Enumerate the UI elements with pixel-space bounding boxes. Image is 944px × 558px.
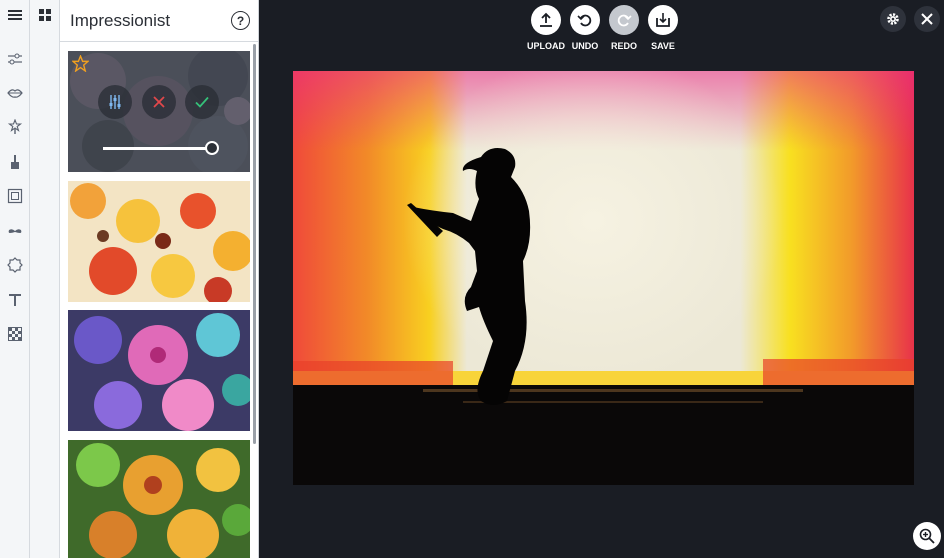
apply-effect-button[interactable] [185,85,219,119]
panel-scrollbar[interactable] [253,44,256,444]
grid-icon [39,9,51,21]
thumbnail-image [68,181,250,302]
texture-tool[interactable] [0,319,30,349]
effect-strength-track [103,147,211,150]
save-icon [656,13,670,27]
star-icon[interactable] [72,55,89,72]
frame-tool[interactable] [0,181,30,211]
adjust-tool[interactable] [0,44,30,74]
undo-button[interactable] [570,5,600,35]
sliders-icon [109,95,121,109]
touch-up-tool[interactable] [0,78,30,108]
frame-icon [7,188,23,204]
effects-panel: Impressionist ? [60,0,259,558]
settings-button[interactable] [880,6,906,32]
redo-icon [617,14,632,27]
effect-thumbnail-selected[interactable] [68,51,250,172]
save-label: SAVE [651,41,675,51]
effect-thumbnail-green[interactable] [68,440,250,558]
category-column [30,0,60,558]
thumbnail-image [68,310,250,431]
lips-icon [7,89,23,98]
panel-header: Impressionist ? [60,0,258,42]
menu-button[interactable] [0,0,30,30]
undo-icon [577,14,592,27]
wand-icon [7,119,23,134]
text-icon [9,294,21,306]
close-icon [153,96,165,108]
redo-button[interactable] [609,5,639,35]
close-button[interactable] [914,6,940,32]
effects-tool[interactable] [0,112,30,142]
upload-icon [540,12,552,27]
mustache-icon [8,229,22,233]
zoom-button[interactable] [913,522,941,550]
effect-strength-slider[interactable] [205,141,219,155]
texture-icon [8,327,22,341]
menu-icon [8,10,22,20]
thumbnail-image [68,440,250,558]
cancel-effect-button[interactable] [142,85,176,119]
edited-photo [293,71,914,485]
effect-settings-button[interactable] [98,85,132,119]
sliders-icon [8,53,22,65]
panel-title: Impressionist [70,11,171,30]
gear-icon [887,13,899,25]
overlay-tool[interactable] [0,216,30,246]
badge-icon [7,257,23,273]
effect-thumbnail-cool[interactable] [68,310,250,431]
sticker-tool[interactable] [0,250,30,280]
tool-rail [0,0,30,558]
photo-canvas[interactable] [293,71,914,485]
save-button[interactable] [648,5,678,35]
text-tool[interactable] [0,285,30,315]
paint-tool[interactable] [0,147,30,177]
help-icon: ? [236,13,245,28]
upload-button[interactable] [531,5,561,35]
help-button[interactable]: ? [231,11,250,30]
zoom-in-icon [919,528,935,544]
grid-view-button[interactable] [30,0,60,30]
check-icon [195,96,209,108]
effect-thumbnail-warm[interactable] [68,181,250,302]
close-icon [921,13,933,25]
brush-icon [11,155,19,169]
